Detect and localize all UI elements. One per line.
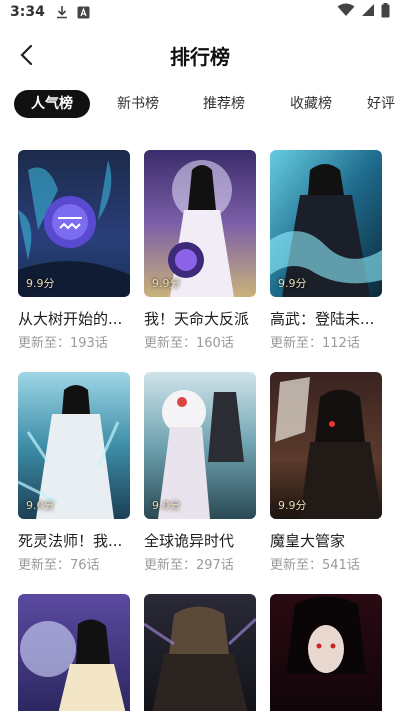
page-title: 排行榜 — [170, 44, 230, 69]
tab-recommended[interactable]: 推荐榜 — [190, 90, 258, 118]
comic-cover[interactable]: 9.9分 — [270, 150, 382, 297]
comic-update: 更新至：76话 — [18, 558, 100, 573]
status-bar: 3:34 — [0, 0, 400, 24]
comic-score: 9.9分 — [278, 277, 307, 290]
comic-cover[interactable]: 9.0分 — [18, 372, 130, 519]
tab-favorites[interactable]: 收藏榜 — [277, 90, 345, 118]
comic-score: 9.9分 — [26, 277, 55, 290]
wifi-icon — [337, 3, 355, 21]
comic-score: 9.9分 — [278, 499, 307, 512]
comic-cover[interactable] — [270, 594, 382, 711]
download-icon — [55, 5, 69, 19]
battery-icon — [381, 2, 390, 22]
ranking-tabs: 人气榜 新书榜 推荐榜 收藏榜 好评 — [0, 90, 400, 120]
header: 排行榜 — [0, 30, 400, 80]
comic-update: 更新至：541话 — [270, 558, 360, 573]
comic-title: 全球诡异时代 — [144, 532, 235, 550]
back-button[interactable] — [12, 40, 42, 70]
comic-update: 更新至：193话 — [18, 336, 108, 351]
comic-score: 9.0分 — [26, 499, 55, 512]
status-time: 3:34 — [10, 4, 45, 20]
chevron-left-icon — [20, 44, 33, 66]
comic-cover[interactable]: 9.9分 — [18, 150, 130, 297]
signal-icon — [361, 3, 375, 21]
notification-a-icon — [77, 6, 90, 19]
comic-score: 9.0分 — [152, 499, 181, 512]
tab-new[interactable]: 新书榜 — [104, 90, 172, 118]
comic-score: 9.9分 — [152, 277, 181, 290]
comic-title: 高武：登陆未... — [270, 310, 375, 328]
comic-cover[interactable]: 9.9分 — [144, 150, 256, 297]
comic-update: 更新至：160话 — [144, 336, 234, 351]
comic-title: 从大树开始的... — [18, 310, 123, 328]
comic-title: 我！天命大反派 — [144, 310, 250, 328]
comic-cover[interactable] — [18, 594, 130, 711]
comic-title: 死灵法师！我... — [18, 532, 123, 550]
comic-update: 更新至：112话 — [270, 336, 360, 351]
tab-top-rated[interactable]: 好评 — [367, 90, 400, 118]
comic-update: 更新至：297话 — [144, 558, 234, 573]
tab-popular[interactable]: 人气榜 — [14, 90, 90, 118]
comic-cover[interactable]: 9.9分 — [270, 372, 382, 519]
comic-cover[interactable]: 9.0分 — [144, 372, 256, 519]
comic-title: 魔皇大管家 — [270, 532, 346, 550]
comic-cover[interactable] — [144, 594, 256, 711]
